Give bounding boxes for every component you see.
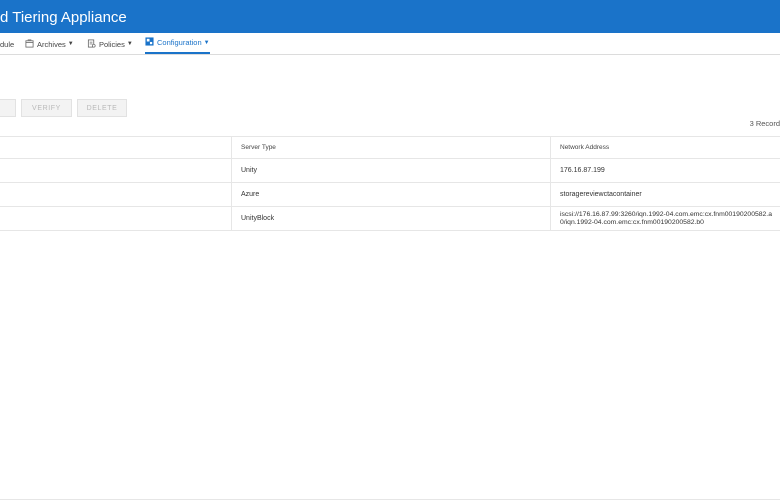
nav-item-archives[interactable]: Archives ▼ [25,33,74,55]
network-address-cell: 176.16.87.199 [550,159,780,182]
table-row[interactable]: Unity 176.16.87.199 [0,159,780,183]
server-type-cell: Azure [231,183,550,206]
app-header: d Tiering Appliance [0,0,780,33]
server-type-cell: Unity [231,159,550,182]
nav-item-policies[interactable]: Policies ▼ [87,33,133,55]
network-address-cell: iscsi://176.16.87.99:3260/iqn.1992-04.co… [550,207,780,230]
archive-icon [25,38,34,50]
table-header: Server Type Network Address [0,136,780,159]
network-address-line: iscsi://176.16.87.99:3260/iqn.1992-04.co… [560,210,772,218]
policy-icon [87,38,96,50]
toolbar-button[interactable] [0,99,16,117]
table-cell [0,183,231,206]
table-row[interactable]: UnityBlock iscsi://176.16.87.99:3260/iqn… [0,207,780,231]
nav-item-configuration[interactable]: Configuration ▼ [145,33,210,54]
nav-item-schedule[interactable]: dule [0,33,14,55]
chevron-down-icon: ▼ [203,39,210,46]
network-address-cell: storagereviewctacontainer [550,183,780,206]
network-address-line: 0/iqn.1992-04.com.emc:cx.fnm00190200582.… [560,218,704,226]
server-type-cell: UnityBlock [231,207,550,230]
app-title: d Tiering Appliance [0,9,127,26]
nav-item-label: Archives [37,39,66,49]
configuration-icon [145,37,154,48]
divider [0,499,780,500]
record-count: 3 Record [749,119,780,128]
table-row[interactable]: Azure storagereviewctacontainer [0,183,780,207]
servers-table: Server Type Network Address Unity 176.16… [0,136,780,231]
column-header[interactable] [0,137,231,158]
table-cell [0,207,231,230]
column-header-server-type[interactable]: Server Type [231,137,550,158]
chevron-down-icon: ▼ [126,41,133,47]
column-header-network-address[interactable]: Network Address [550,137,780,158]
chevron-down-icon: ▼ [67,41,74,47]
main-nav: dule Archives ▼ Policies ▼ Configuration… [0,33,780,55]
table-cell [0,159,231,182]
nav-item-label: dule [0,39,15,49]
delete-button[interactable]: DELETE [77,99,127,117]
nav-item-label: Configuration [157,38,202,47]
verify-button[interactable]: VERIFY [21,99,72,117]
nav-item-label: Policies [99,39,125,49]
